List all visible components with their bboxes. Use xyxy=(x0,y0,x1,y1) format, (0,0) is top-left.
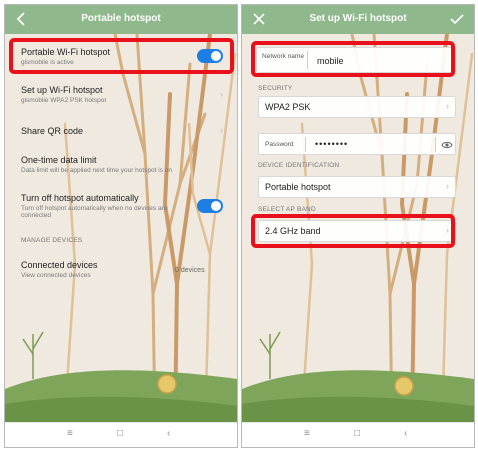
password-input[interactable]: •••••••• xyxy=(315,139,348,149)
security-select[interactable]: WPA2 PSK › xyxy=(258,96,456,118)
ap-band-section: SELECT AP BAND xyxy=(258,206,316,213)
manage-devices-section: MANAGE DEVICES xyxy=(21,237,83,244)
home-square-icon[interactable]: □ xyxy=(354,428,360,439)
setup-title: Set up Wi-Fi hotspot xyxy=(21,85,103,95)
page-title: Portable hotspot xyxy=(81,13,161,24)
device-name-value: Portable hotspot xyxy=(265,182,331,192)
toggle-knob xyxy=(211,201,221,211)
chevron-right-icon: › xyxy=(446,181,449,191)
right-screen: Set up Wi-Fi hotspot Network name mobile… xyxy=(241,4,475,448)
app-header: Set up Wi-Fi hotspot xyxy=(242,5,474,34)
auto-off-toggle[interactable] xyxy=(197,199,223,213)
divider xyxy=(435,137,436,152)
connected-devices-count: 0 devices xyxy=(175,267,205,274)
share-qr-row[interactable]: Share QR code xyxy=(21,126,221,136)
eye-icon[interactable] xyxy=(441,139,453,151)
back-triangle-icon[interactable]: ‹ xyxy=(404,428,407,439)
menu-icon[interactable]: ≡ xyxy=(67,428,73,439)
menu-icon[interactable]: ≡ xyxy=(304,428,310,439)
system-nav-bar: ≡ □ ‹ xyxy=(5,422,237,447)
page-title: Set up Wi-Fi hotspot xyxy=(309,13,407,24)
data-limit-subtitle: Data limit will be applied next time you… xyxy=(21,167,173,174)
password-label: Password xyxy=(265,141,294,148)
back-triangle-icon[interactable]: ‹ xyxy=(167,428,170,439)
system-nav-bar: ≡ □ ‹ xyxy=(242,422,474,447)
chevron-right-icon: › xyxy=(446,101,449,111)
app-header: Portable hotspot xyxy=(5,5,237,34)
home-square-icon[interactable]: □ xyxy=(117,428,123,439)
check-icon[interactable] xyxy=(448,10,466,28)
setup-row[interactable]: Set up Wi-Fi hotspot gismobile WPA2 PSK … xyxy=(21,85,221,104)
device-name-select[interactable]: Portable hotspot › xyxy=(258,176,456,198)
left-screen: Portable hotspot Portable Wi-Fi hotspot … xyxy=(4,4,238,448)
highlight-box-ap-band xyxy=(251,214,455,248)
share-qr-title: Share QR code xyxy=(21,126,84,136)
setup-subtitle: gismobile WPA2 PSK hotspot xyxy=(21,97,107,104)
chevron-right-icon: › xyxy=(220,125,223,135)
data-limit-title: One-time data limit xyxy=(21,155,97,165)
security-section: SECURITY xyxy=(258,85,293,92)
highlight-box-network-name xyxy=(251,41,455,77)
password-field[interactable]: Password •••••••• xyxy=(258,133,456,155)
divider xyxy=(305,137,306,152)
chevron-right-icon: › xyxy=(220,89,223,99)
auto-off-row[interactable]: Turn off hotspot automatically Turn off … xyxy=(21,193,171,219)
data-limit-row[interactable]: One-time data limit Data limit will be a… xyxy=(21,155,221,174)
device-identification-section: DEVICE IDENTIFICATION xyxy=(258,162,340,169)
highlight-box-hotspot xyxy=(9,38,234,74)
auto-off-subtitle: Turn off hotspot automatically when no d… xyxy=(21,205,168,219)
auto-off-title: Turn off hotspot automatically xyxy=(21,193,139,203)
security-value: WPA2 PSK xyxy=(265,102,311,112)
